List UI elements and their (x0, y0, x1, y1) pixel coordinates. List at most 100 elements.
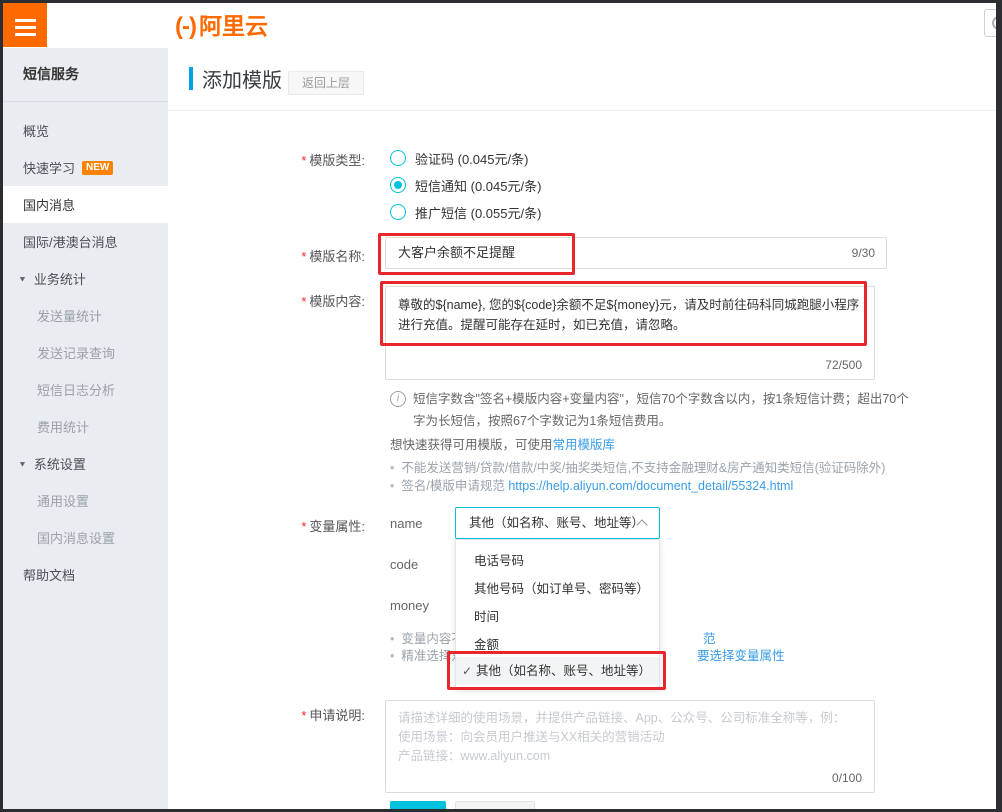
required-mark: * (301, 519, 306, 534)
info-icon: i (390, 391, 406, 407)
template-content-value: 尊敬的${name}, 您的${code}余额不足${money}元，请及时前往… (386, 287, 874, 335)
template-name-value: 大客户余额不足提醒 (398, 245, 515, 260)
sidebar: 短信服务 概览 快速学习NEW 国内消息 国际/港澳台消息 ▼业务统计 发送量统… (3, 48, 168, 809)
radio-icon (390, 204, 406, 220)
variable-attr-dropdown: 电话号码 其他号码（如订单号、密码等） 时间 金额 ✓其他（如名称、账号、地址等… (455, 539, 660, 689)
placeholder-line: 请描述详细的使用场景，并提供产品链接、App、公众号、公司标准全称等，例： (386, 701, 874, 728)
radio-icon (390, 150, 406, 166)
choose-attr-link-fragment[interactable]: 要选择变量属性 (697, 645, 785, 664)
search-icon (992, 16, 996, 30)
sidebar-item-sms-log-analysis[interactable]: 短信日志分析 (3, 371, 168, 408)
check-icon: ✓ (462, 657, 472, 685)
page-header: 添加模版 返回上层 (168, 48, 996, 111)
app-window: (-)阿里云 短信服务 概览 快速学习NEW 国内消息 国际/港澳台消息 ▼业务… (3, 3, 996, 809)
dropdown-option-amount[interactable]: 金额 (456, 631, 659, 659)
dropdown-option-other-selected[interactable]: ✓其他（如名称、账号、地址等） (456, 657, 659, 685)
char-counter: 9/30 (852, 238, 875, 268)
placeholder-line: 产品链接：www.aliyun.com (386, 747, 874, 766)
template-name-input[interactable]: 大客户余额不足提醒 9/30 (385, 237, 887, 269)
char-counter: 72/500 (825, 358, 862, 372)
template-type-label: *模版类型: (168, 150, 365, 169)
bullet-icon: • (390, 649, 394, 663)
collapse-arrow-icon: ▼ (18, 274, 27, 283)
sidebar-item-send-volume-stats[interactable]: 发送量统计 (3, 297, 168, 334)
cancel-button[interactable] (455, 801, 535, 809)
sidebar-item-send-record-query[interactable]: 发送记录查询 (3, 334, 168, 371)
radio-label: 验证码 (0.045元/条) (415, 149, 528, 168)
var-money-label: money (390, 598, 429, 613)
radio-sms-notification[interactable]: 短信通知 (0.045元/条) (390, 176, 541, 194)
sidebar-item-label: 费用统计 (37, 417, 89, 436)
sidebar-item-general-settings[interactable]: 通用设置 (3, 482, 168, 519)
sidebar-item-fee-stats[interactable]: 费用统计 (3, 408, 168, 445)
sidebar-item-label: 国内消息设置 (37, 528, 115, 547)
template-content-textarea[interactable]: 尊敬的${name}, 您的${code}余额不足${money}元，请及时前往… (385, 286, 875, 380)
radio-promotional-sms[interactable]: 推广短信 (0.055元/条) (390, 203, 541, 221)
apply-desc-label: *申请说明: (168, 705, 365, 724)
sidebar-item-overview[interactable]: 概览 (3, 112, 168, 149)
radio-label: 短信通知 (0.045元/条) (415, 176, 541, 195)
sidebar-item-domestic-message-settings[interactable]: 国内消息设置 (3, 519, 168, 556)
sidebar-item-label: 发送记录查询 (37, 343, 115, 362)
dropdown-option-other-number[interactable]: 其他号码（如订单号、密码等） (456, 575, 659, 603)
logo-text: 阿里云 (199, 13, 268, 39)
sidebar-item-domestic-messages[interactable]: 国内消息 (3, 186, 168, 223)
required-mark: * (301, 249, 306, 264)
variable-attr-select[interactable]: 其他（如名称、账号、地址等） (455, 507, 660, 539)
back-button[interactable]: 返回上层 (288, 71, 364, 95)
radio-verification-code[interactable]: 验证码 (0.045元/条) (390, 149, 528, 167)
sidebar-menu: 概览 快速学习 NEW 国内消息 国际/港澳台消息 ▼ 业务统计 发送量统计 发送记… (3, 112, 168, 593)
bullet-icon: • (390, 479, 394, 493)
variable-hint-2: •精准选择对 (390, 645, 464, 664)
apply-desc-textarea[interactable]: 请描述详细的使用场景，并提供产品链接、App、公众号、公司标准全称等，例： 使用… (385, 700, 875, 793)
dropdown-option-time[interactable]: 时间 (456, 603, 659, 631)
sidebar-item-system-settings[interactable]: ▼ 系统设置 (3, 445, 168, 482)
sidebar-item-label: 业务统计 (34, 269, 86, 288)
hamburger-menu-icon[interactable] (3, 3, 47, 47)
spec-note: •签名/模版申请规范 https://help.aliyun.com/docum… (390, 475, 793, 494)
var-code-label: code (390, 557, 418, 572)
sidebar-item-label: 国际/港澳台消息 (23, 232, 118, 251)
sidebar-item-label: 国内消息 (23, 195, 75, 214)
sidebar-item-business-stats[interactable]: ▼ 业务统计 (3, 260, 168, 297)
template-name-label: *模版名称: (168, 246, 365, 265)
main-content: 添加模版 返回上层 *模版类型: 验证码 (0.045元/条) 短信通知 (0.… (168, 48, 996, 809)
page-title: 添加模版 (202, 64, 282, 93)
required-mark: * (301, 153, 306, 168)
restriction-note: •不能发送营销/贷款/借款/中奖/抽奖类短信,不支持金融理财&房产通知类短信(验… (390, 457, 885, 476)
sidebar-item-label: 快速学习 (23, 158, 75, 177)
template-content-label: *模版内容: (168, 291, 365, 310)
char-counter: 0/100 (832, 771, 862, 785)
select-value: 其他（如名称、账号、地址等） (469, 508, 644, 538)
var-name-label: name (390, 516, 423, 531)
title-accent-bar (189, 67, 193, 90)
required-mark: * (301, 708, 306, 723)
spec-doc-link[interactable]: https://help.aliyun.com/document_detail/… (508, 479, 793, 493)
sidebar-item-label: 通用设置 (37, 491, 89, 510)
bullet-icon: • (390, 461, 394, 475)
sidebar-item-label: 概览 (23, 121, 49, 140)
aliyun-logo[interactable]: (-)阿里云 (175, 11, 268, 41)
sidebar-item-label: 发送量统计 (37, 306, 102, 325)
new-badge: NEW (82, 161, 113, 175)
sidebar-item-label: 系统设置 (34, 454, 86, 473)
template-library-link[interactable]: 常用模版库 (553, 438, 616, 452)
bullet-icon: • (390, 632, 394, 646)
radio-selected-icon (390, 177, 406, 193)
search-input[interactable] (984, 9, 996, 37)
sidebar-item-label: 短信日志分析 (37, 380, 115, 399)
sidebar-item-help-docs[interactable]: 帮助文档 (3, 556, 168, 593)
billing-info-text: 短信字数含"签名+模版内容+变量内容"，短信70个字数含以内，按1条短信计费；超… (413, 388, 933, 432)
sidebar-item-international-messages[interactable]: 国际/港澳台消息 (3, 223, 168, 260)
template-library-tip: 想快速获得可用模版，可使用常用模版库 (390, 434, 615, 453)
topbar: (-)阿里云 (3, 3, 996, 49)
logo-bracket-icon: (-) (175, 13, 196, 40)
required-mark: * (301, 294, 306, 309)
collapse-arrow-icon: ▼ (18, 459, 27, 468)
dropdown-option-phone[interactable]: 电话号码 (456, 547, 659, 575)
radio-label: 推广短信 (0.055元/条) (415, 203, 541, 222)
sidebar-item-quick-learning[interactable]: 快速学习 NEW (3, 149, 168, 186)
submit-button[interactable] (390, 801, 446, 809)
sidebar-item-label: 帮助文档 (23, 565, 75, 584)
variable-attr-label: *变量属性: (168, 516, 365, 535)
